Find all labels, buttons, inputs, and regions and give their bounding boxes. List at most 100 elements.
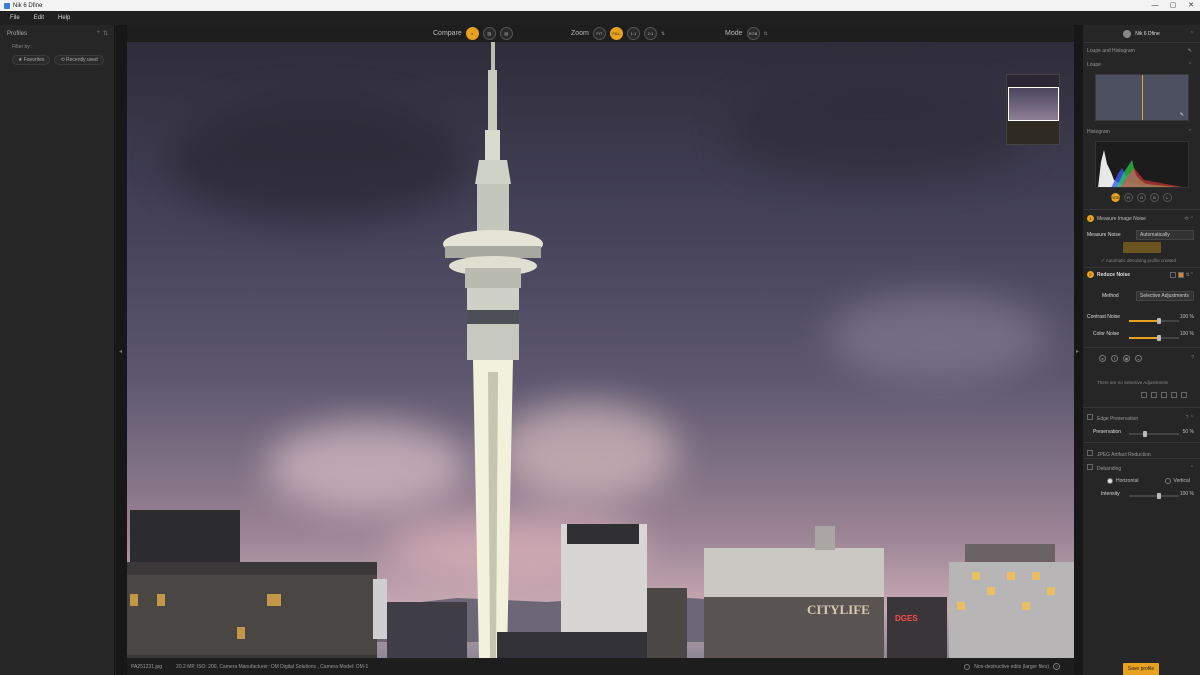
lasso-tool-icon[interactable]: ℓ — [1111, 355, 1118, 362]
photo-scene: CITYLIFE DGES — [127, 42, 1074, 658]
adjust-tool-1-icon[interactable] — [1141, 392, 1147, 398]
channel-l-button[interactable]: L — [1163, 193, 1172, 202]
channel-b-button[interactable]: B — [1150, 193, 1159, 202]
reset-measure-icon[interactable]: ⟲ ⌃ — [1184, 216, 1194, 222]
filter-label: Filter by: — [12, 44, 32, 50]
file-name: PA251231.jpg — [131, 663, 163, 670]
recently-used-chip-label: Recently used — [66, 57, 98, 63]
debanding-toggle[interactable] — [1087, 464, 1093, 470]
gradient-tool-icon[interactable]: ◒ — [1135, 355, 1142, 362]
right-collapse-gutter[interactable]: ▸ — [1074, 25, 1083, 675]
adjust-tool-4-icon[interactable] — [1171, 392, 1177, 398]
collapse-left-icon[interactable]: ◂ — [119, 348, 122, 355]
collapse-right-icon[interactable]: ▸ — [1076, 348, 1079, 355]
method-select[interactable]: Selective Adjustments — [1136, 291, 1194, 301]
recently-used-chip[interactable]: ⟲ Recently used — [54, 55, 104, 65]
maximize-button[interactable]: ▢ — [1164, 0, 1182, 11]
channel-g-button[interactable]: G — [1137, 193, 1146, 202]
color-picker-icon[interactable]: ◉ — [1123, 355, 1130, 362]
sort-icon[interactable]: ⇅ — [103, 30, 108, 37]
histogram-graph — [1098, 150, 1183, 187]
menu-edit[interactable]: Edit — [34, 15, 44, 21]
zoom-fit-button[interactable]: FIT — [592, 27, 606, 40]
mode-rgb-button[interactable]: RGB — [746, 27, 760, 40]
compare-label: Compare — [433, 30, 462, 37]
add-profile-icon[interactable]: + — [96, 30, 100, 37]
help-icon[interactable]: ? — [1053, 663, 1060, 670]
save-profile-button[interactable]: Save profile — [1123, 663, 1159, 675]
zoom-stepper-icon[interactable]: ⇅ — [661, 31, 665, 37]
menu-bar: File Edit Help — [0, 11, 1200, 25]
brush-tool-icon[interactable]: ● — [1099, 355, 1106, 362]
app-icon — [4, 2, 10, 9]
brand-name: Nik 6 Dfine — [1135, 30, 1160, 37]
mode-stepper-icon[interactable]: ⇅ — [764, 31, 768, 37]
contrast-noise-slider[interactable] — [1129, 318, 1179, 324]
measure-noise-title: Measure Image Noise — [1097, 216, 1146, 222]
non-destructive-label: Non-destructive edits (larger files) — [974, 663, 1049, 670]
mask-icon[interactable] — [1169, 271, 1176, 278]
menu-help[interactable]: Help — [58, 15, 70, 21]
loupe-view[interactable]: ✎ — [1095, 74, 1189, 121]
method-label: Method — [1102, 293, 1119, 299]
main-area: Compare ◐ ▥ ▤ Zoom FIT FILL 1:1 2:1 ⇅ Mo… — [127, 25, 1074, 675]
reduce-noise-title: Reduce Noise — [1097, 272, 1131, 278]
adjust-tool-3-icon[interactable] — [1161, 392, 1167, 398]
debanding-collapse-icon[interactable]: ⌃ — [1190, 465, 1194, 471]
color-noise-slider[interactable] — [1129, 335, 1179, 341]
jpeg-artifact-toggle[interactable] — [1087, 450, 1093, 456]
navigator-thumbnail[interactable] — [1006, 74, 1060, 145]
edge-preservation-toggle[interactable] — [1087, 414, 1093, 420]
compare-split-button[interactable]: ◐ — [465, 27, 479, 40]
mode-label: Mode — [725, 30, 743, 37]
pin-panel-icon[interactable]: ⌃ — [1190, 31, 1194, 37]
window-title: Nik 6 Dfine — [13, 2, 43, 9]
vertical-label: Vertical — [1173, 478, 1190, 484]
edge-preservation-title: Edge Preservation — [1097, 416, 1139, 422]
compare-stack-button[interactable]: ▤ — [499, 27, 513, 40]
edge-collapse-icon[interactable]: ? ⌃ — [1186, 415, 1194, 421]
pin-icon[interactable]: ✎ — [1188, 48, 1192, 54]
favorites-chip[interactable]: ★ Favorites — [12, 55, 51, 65]
compare-side-button[interactable]: ▥ — [482, 27, 496, 40]
close-button[interactable]: ✕ — [1182, 0, 1200, 11]
debanding-title: Debanding — [1097, 466, 1122, 472]
intensity-slider[interactable] — [1129, 493, 1179, 499]
intensity-label: Intensity — [1101, 491, 1120, 497]
minimize-button[interactable]: — — [1146, 0, 1164, 11]
left-collapse-gutter[interactable]: ◂ — [116, 25, 127, 675]
delete-adjust-icon[interactable] — [1181, 392, 1187, 398]
zoom-fill-button[interactable]: FILL — [609, 27, 623, 40]
histogram-title: Histogram — [1087, 129, 1110, 135]
channel-rgb-button[interactable]: RGB — [1111, 193, 1120, 202]
preservation-slider[interactable] — [1129, 431, 1179, 437]
view-toolbar: Compare ◐ ▥ ▤ Zoom FIT FILL 1:1 2:1 ⇅ Mo… — [127, 25, 1074, 42]
horizontal-radio[interactable] — [1107, 478, 1113, 484]
measure-button[interactable] — [1123, 242, 1161, 253]
histogram-collapse-icon[interactable]: ⌃ — [1188, 129, 1192, 135]
channel-r-button[interactable]: R — [1124, 193, 1133, 202]
color-noise-value: 100 % — [1179, 331, 1194, 337]
zoom-1to1-button[interactable]: 1:1 — [626, 27, 640, 40]
preview-image[interactable]: CITYLIFE DGES — [127, 42, 1074, 658]
measure-noise-select[interactable]: Automatically — [1136, 230, 1194, 240]
overlay-icon[interactable] — [1177, 271, 1184, 278]
reduce-collapse-icon[interactable]: ⇅⌃ — [1186, 272, 1194, 278]
help-circle-icon[interactable]: ? — [1191, 355, 1194, 361]
loupe-title: Loupe — [1087, 62, 1101, 68]
histogram-view — [1095, 141, 1189, 188]
auto-profile-note: ✓ Automatic denoising profile created — [1101, 258, 1177, 263]
zoom-2to1-button[interactable]: 2:1 — [643, 27, 657, 40]
loupe-collapse-icon[interactable]: ⌃ — [1188, 62, 1192, 68]
navigator-viewport[interactable] — [1008, 87, 1059, 121]
step1-badge: 1 — [1087, 215, 1094, 222]
non-destructive-toggle[interactable] — [964, 663, 971, 670]
contrast-noise-value: 100 % — [1179, 314, 1194, 320]
menu-file[interactable]: File — [10, 15, 20, 21]
adjust-tool-2-icon[interactable] — [1151, 392, 1157, 398]
title-bar: Nik 6 Dfine — ▢ ✕ — [0, 0, 1200, 11]
citylife-sign: CITYLIFE — [807, 602, 870, 617]
loupe-histogram-title: Loupe and Histogram — [1087, 48, 1135, 54]
vertical-radio[interactable] — [1164, 478, 1171, 484]
loupe-pin-icon[interactable]: ✎ — [1180, 112, 1184, 118]
